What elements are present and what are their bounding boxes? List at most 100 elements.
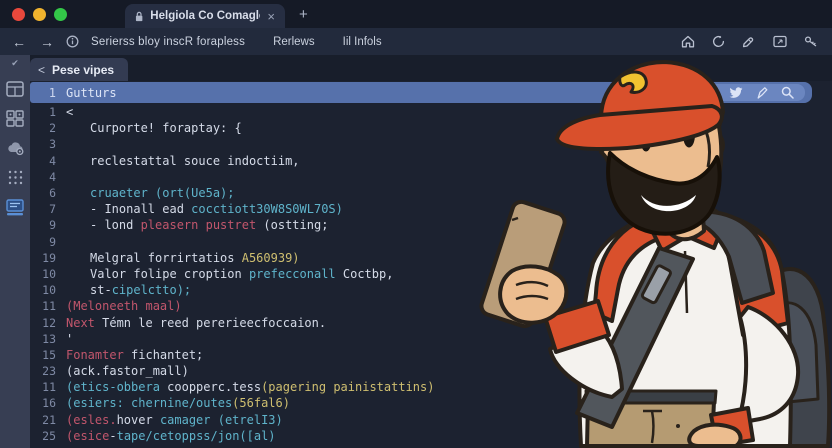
line-number: 9: [30, 235, 56, 249]
minimize-window-button[interactable]: [33, 8, 46, 21]
dots-grid-icon[interactable]: [7, 169, 24, 186]
code-line[interactable]: 21 (esles.hover camager (etrelI3): [30, 412, 832, 428]
line-text: (Meloneeth maal): [66, 299, 182, 313]
cloud-icon[interactable]: [6, 140, 25, 156]
line-text: Valor folipe croption prefecconall Coctb…: [66, 267, 393, 281]
code-line[interactable]: 4 reclestattal souce indoctiim,: [30, 153, 832, 169]
code-line[interactable]: 9: [30, 234, 832, 250]
line-text: - lond pleasern pustret (ostting;: [66, 218, 328, 232]
code-line[interactable]: 11 (etics-obbera coopperc.tess(pagering p…: [30, 379, 832, 395]
editor-panel: < Pese vipes 1 Gutturs: [30, 55, 832, 448]
code-line[interactable]: 19 Melgral forrirtatios A560939): [30, 250, 832, 266]
apps-grid-icon[interactable]: [6, 110, 24, 127]
nav-menu-reviews[interactable]: Rerlews: [273, 36, 315, 48]
line-text: (ack.fastor_mall): [66, 364, 189, 378]
line-text: (esiers: chernine/outes(56fal6): [66, 396, 290, 410]
line-number: 1: [30, 105, 56, 119]
line-text: Fonamter fichantet;: [66, 348, 203, 362]
check-icon: ✔: [11, 59, 19, 68]
line-number: 23: [30, 364, 56, 378]
spreadsheet-icon[interactable]: [6, 81, 24, 97]
code-lines: 1<2Curporte! foraptay: {34reclestattal s…: [30, 103, 832, 444]
highlighted-line-number: 1: [30, 86, 56, 100]
code-line[interactable]: 25 (esice-tape/cetoppss/jon([al): [30, 428, 832, 444]
line-number: 25: [30, 429, 56, 443]
window-icon[interactable]: [773, 35, 787, 48]
highlighted-line[interactable]: 1 Gutturs: [30, 82, 812, 103]
line-text: (esles.hover camager (etrelI3): [66, 413, 283, 427]
code-line[interactable]: 23 (ack.fastor_mall): [30, 363, 832, 379]
line-number: 12: [30, 316, 56, 330]
file-tab-active[interactable]: < Pese vipes: [30, 58, 128, 81]
code-line[interactable]: 16 (esiers: chernine/outes(56fal6): [30, 395, 832, 411]
site-info-icon[interactable]: [66, 35, 79, 48]
line-text: - Inonall ead cocctiott30W8S0WL70S): [66, 202, 343, 216]
twitter-icon[interactable]: [729, 87, 743, 99]
code-line[interactable]: 6cruaeter (ort(Ue5a);: [30, 185, 832, 201]
line-number: 4: [30, 154, 56, 168]
tab-title: Helgiola Co Comagler: [150, 10, 260, 22]
line-number: 6: [30, 186, 56, 200]
maximize-window-button[interactable]: [54, 8, 67, 21]
activity-sidebar: ✔: [0, 55, 30, 448]
address-bar: ← → Serierss bloy inscR forapless Rerlew…: [0, 28, 832, 55]
code-line[interactable]: 13 ': [30, 331, 832, 347]
code-line[interactable]: 11 (Meloneeth maal): [30, 298, 832, 314]
code-line[interactable]: 4: [30, 169, 832, 185]
chart-icon-active[interactable]: [5, 199, 25, 216]
pen-icon[interactable]: [756, 87, 768, 99]
lock-icon: [135, 11, 143, 22]
home-icon[interactable]: [681, 35, 695, 48]
key-icon[interactable]: [804, 35, 818, 48]
back-button[interactable]: ←: [10, 34, 28, 50]
line-number: 10: [30, 283, 56, 297]
new-tab-button[interactable]: +: [299, 6, 308, 23]
line-text: Curporte! foraptay: {: [66, 121, 242, 135]
tab-close-icon[interactable]: ×: [267, 9, 275, 24]
code-line[interactable]: 2 Curporte! foraptay: {: [30, 120, 832, 136]
line-number: 19: [30, 251, 56, 265]
code-line[interactable]: 10 st-cipelctto);: [30, 282, 832, 298]
code-line[interactable]: 10 Valor folipe croption prefecconall Coc…: [30, 266, 832, 282]
line-text: reclestattal souce indoctiim,: [66, 154, 300, 168]
line-number: 13: [30, 332, 56, 346]
title-bar: Helgiola Co Comagler × +: [0, 0, 832, 28]
line-text: Next Témn le reed pererieecfoccaion.: [66, 316, 326, 330]
file-tab-strip: < Pese vipes: [30, 55, 832, 81]
line-text: (esice-tape/cetoppss/jon([al): [66, 429, 276, 443]
line-text: (etics-obbera coopperc.tess(pagering pai…: [66, 380, 434, 394]
code-line[interactable]: 15 Fonamter fichantet;: [30, 347, 832, 363]
line-text: Melgral forrirtatios A560939): [66, 251, 300, 265]
code-line[interactable]: 7 - Inonall ead cocctiott30W8S0WL70S): [30, 201, 832, 217]
url-text[interactable]: Serierss bloy inscR forapless: [91, 36, 245, 48]
code-line[interactable]: 12 Next Témn le reed pererieecfoccaion.: [30, 314, 832, 330]
line-number: 10: [30, 267, 56, 281]
line-number: 11: [30, 299, 56, 313]
chevron-left-icon[interactable]: <: [38, 63, 45, 77]
close-window-button[interactable]: [12, 8, 25, 21]
line-number: 11: [30, 380, 56, 394]
line-text: st-cipelctto);: [66, 283, 191, 297]
search-icon[interactable]: [781, 86, 794, 99]
code-line[interactable]: 3: [30, 136, 832, 152]
line-text: <: [66, 105, 73, 119]
profile-icon[interactable]: [705, 87, 716, 99]
line-number: 21: [30, 413, 56, 427]
line-number: 2: [30, 121, 56, 135]
share-toolbar: [694, 84, 805, 101]
code-line[interactable]: 9 - lond pleasern pustret (ostting;: [30, 217, 832, 233]
extension-icon[interactable]: [742, 35, 756, 48]
line-number: 15: [30, 348, 56, 362]
forward-button[interactable]: →: [38, 34, 56, 50]
line-number: 7: [30, 202, 56, 216]
line-number: 9: [30, 218, 56, 232]
code-line[interactable]: 1<: [30, 104, 832, 120]
nav-menu-infos[interactable]: Iil Infols: [343, 36, 382, 48]
line-number: 4: [30, 170, 56, 184]
line-number: 16: [30, 396, 56, 410]
browser-tab[interactable]: Helgiola Co Comagler ×: [125, 4, 285, 28]
history-icon[interactable]: [712, 35, 725, 48]
file-tab-label: Pese vipes: [52, 63, 114, 77]
line-text: ': [66, 332, 73, 346]
line-number: 3: [30, 137, 56, 151]
